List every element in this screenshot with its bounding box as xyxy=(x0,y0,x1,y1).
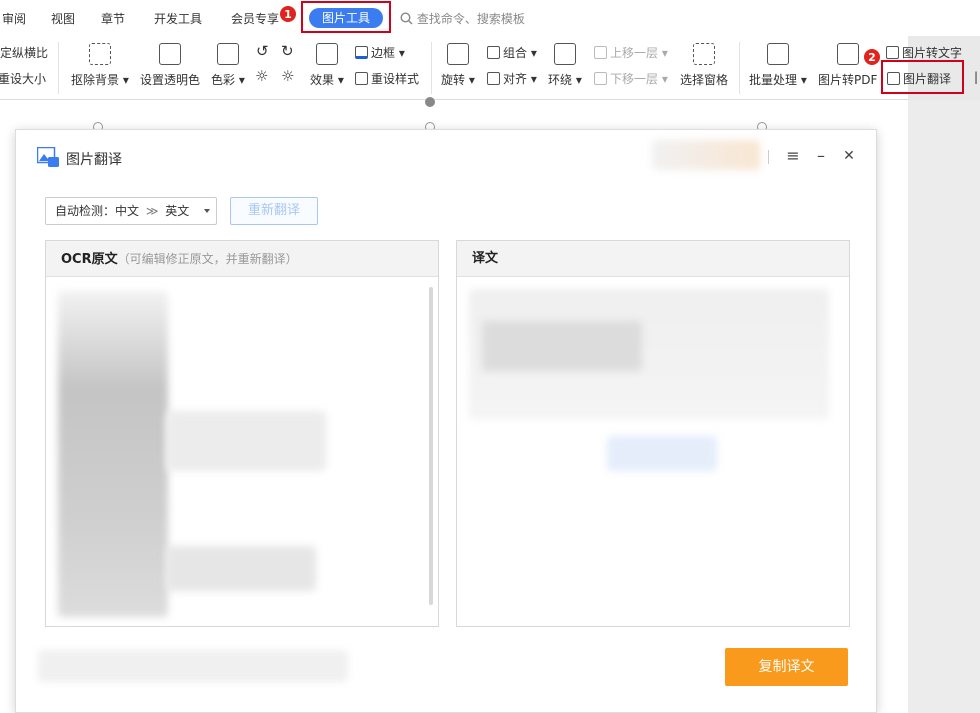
lang-prefix: 自动检测： xyxy=(55,204,116,218)
color-button[interactable]: 色彩 ▾ xyxy=(211,43,245,88)
image-to-text-icon xyxy=(886,46,899,59)
group-icon xyxy=(487,46,500,59)
effect-icon xyxy=(315,43,338,65)
rotate-left-icon[interactable]: ↺ xyxy=(256,42,269,60)
remove-bg-button[interactable]: 抠除背景 ▾ xyxy=(71,43,129,88)
rotate-button[interactable]: 旋转 ▾ xyxy=(441,43,475,88)
set-transparent-button[interactable]: 设置透明色 xyxy=(140,43,200,88)
menu-member[interactable]: 会员专享 xyxy=(231,10,279,27)
translation-link-blur xyxy=(607,436,717,471)
to-text-button[interactable]: 图片转文字 xyxy=(886,44,962,61)
close-icon[interactable]: ✕ xyxy=(840,147,858,165)
image-translate-dialog: 图片翻译 ≡ – ✕ 自动检测：中文 ≫ 英文 重新翻译 OCR原文（可编辑修正… xyxy=(15,129,877,713)
blurred-account-area xyxy=(652,140,760,170)
brightness-up-icon[interactable]: ☼ xyxy=(255,67,268,85)
group-button[interactable]: 组合 ▾ xyxy=(487,44,537,61)
highlight-box-2 xyxy=(881,60,964,94)
target-language: 英文 xyxy=(165,204,190,218)
more-icon[interactable]: | xyxy=(974,70,978,84)
transparent-icon xyxy=(159,43,181,65)
bring-forward-button[interactable]: 上移一层 ▾ xyxy=(594,44,668,61)
menu-bar: 审阅 视图 章节 开发工具 会员专享 图片工具 1 查找命令、搜索模板 xyxy=(0,0,980,36)
selection-pane-icon xyxy=(693,43,715,65)
menu-view[interactable]: 视图 xyxy=(51,10,75,27)
send-backward-icon xyxy=(594,72,607,85)
blurred-footer-area xyxy=(38,650,348,682)
send-backward-button[interactable]: 下移一层 ▾ xyxy=(594,70,668,87)
color-icon xyxy=(216,43,239,65)
image-to-pdf-icon xyxy=(836,43,859,65)
rotate-icon xyxy=(446,43,469,65)
batch-button[interactable]: 批量处理 ▾ xyxy=(749,43,807,88)
effect-button[interactable]: 效果 ▾ xyxy=(310,43,344,88)
menu-chapter[interactable]: 章节 xyxy=(101,10,125,27)
reset-size-button[interactable]: 重设大小 xyxy=(0,70,46,87)
title-divider xyxy=(768,150,769,164)
highlight-box-1 xyxy=(301,1,391,33)
reset-style-button[interactable]: 重设样式 xyxy=(355,70,419,87)
menu-dev-tools[interactable]: 开发工具 xyxy=(154,10,202,27)
ocr-panel-header: OCR原文（可编辑修正原文，并重新翻译） xyxy=(46,241,438,277)
step-badge-1: 1 xyxy=(279,5,297,23)
retranslate-button[interactable]: 重新翻译 xyxy=(230,197,318,225)
align-button[interactable]: 对齐 ▾ xyxy=(487,70,537,87)
border-icon xyxy=(355,46,368,59)
search-icon xyxy=(400,12,413,25)
ocr-text-blur xyxy=(166,546,316,591)
border-button[interactable]: 边框 ▾ xyxy=(355,44,405,61)
step-badge-2: 2 xyxy=(863,48,881,66)
menu-review[interactable]: 审阅 xyxy=(2,10,26,27)
wrap-button[interactable]: 环绕 ▾ xyxy=(548,43,582,88)
ocr-scrollbar[interactable] xyxy=(429,287,433,605)
chevron-down-icon xyxy=(204,209,210,213)
search-placeholder: 查找命令、搜索模板 xyxy=(416,12,525,26)
search-command[interactable]: 查找命令、搜索模板 xyxy=(400,10,525,27)
lock-ratio-button[interactable]: 锁定纵横比 xyxy=(0,44,48,61)
bring-forward-icon xyxy=(594,46,607,59)
batch-icon xyxy=(766,43,789,65)
source-language: 中文 xyxy=(115,204,140,218)
selection-pane-button[interactable]: 选择窗格 xyxy=(680,43,728,88)
translation-title: 译文 xyxy=(472,251,499,266)
ribbon-separator xyxy=(58,42,59,94)
language-select[interactable]: 自动检测：中文 ≫ 英文 xyxy=(45,197,217,225)
brightness-down-icon[interactable]: ☼ xyxy=(281,67,294,85)
menu-icon[interactable]: ≡ xyxy=(784,147,802,165)
right-sidebar xyxy=(908,100,980,713)
ribbon-separator xyxy=(739,42,740,94)
wrap-icon xyxy=(553,43,576,65)
ocr-text-area[interactable] xyxy=(58,291,168,617)
remove-bg-icon xyxy=(88,43,111,65)
ocr-text-blur xyxy=(166,411,326,471)
minimize-icon[interactable]: – xyxy=(812,147,830,165)
copy-translation-button[interactable]: 复制译文 xyxy=(725,648,848,686)
ribbon-separator xyxy=(431,42,432,94)
dialog-title: 图片翻译 xyxy=(66,152,122,168)
lang-arrow-icon: ≫ xyxy=(145,204,159,218)
translation-panel: 译文 xyxy=(456,240,850,627)
ocr-hint: （可编辑修正原文，并重新翻译） xyxy=(117,252,298,266)
align-icon xyxy=(487,72,500,85)
ocr-title: OCR原文 xyxy=(61,252,118,267)
ocr-panel: OCR原文（可编辑修正原文，并重新翻译） xyxy=(45,240,439,627)
translation-text-blur xyxy=(482,321,642,371)
image-translate-logo-icon xyxy=(37,147,59,167)
rotate-handle-icon[interactable] xyxy=(425,97,435,107)
ribbon-toolbar: 锁定纵横比 重设大小 抠除背景 ▾ 设置透明色 色彩 ▾ ↺ ↻ ☼ ☼ 效果 … xyxy=(0,36,978,100)
reset-style-icon xyxy=(355,72,368,85)
translation-panel-header: 译文 xyxy=(457,241,849,277)
rotate-right-icon[interactable]: ↻ xyxy=(281,42,294,60)
